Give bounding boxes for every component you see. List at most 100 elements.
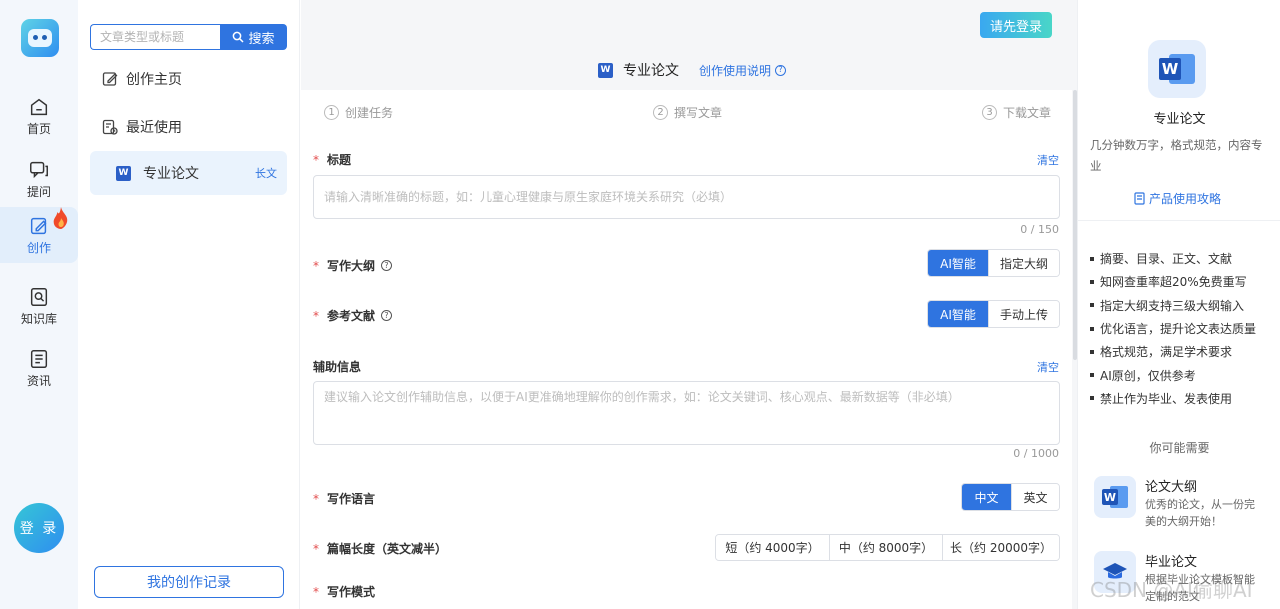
length-toggle: 短（约 4000字） 中（约 8000字） 长（约 20000字） [715, 534, 1060, 561]
right-info-panel: W 专业论文 几分钟数万字，格式规范，内容专业 产品使用攻略 摘要、目录、正文、… [1077, 0, 1280, 609]
news-icon [30, 349, 48, 368]
language-toggle: 中文 英文 [961, 483, 1060, 511]
aux-field-label: 辅助信息 [313, 358, 361, 375]
step-create-task: 1 创建任务 [324, 104, 393, 121]
step-label: 下载文章 [1003, 106, 1052, 120]
product-guide-link[interactable]: 产品使用攻略 [1134, 190, 1221, 207]
required-star: * [313, 308, 319, 323]
chat-icon [30, 161, 48, 178]
recommend-name: 毕业论文 [1145, 555, 1198, 570]
history-button[interactable]: 我的创作记录 [94, 566, 284, 598]
rail-label: 知识库 [20, 311, 57, 326]
recommend-desc: 优秀的论文，从一份完美的大纲开始！ [1145, 498, 1255, 528]
help-question-icon[interactable]: ? [381, 310, 393, 321]
references-option-ai[interactable]: AI智能 [928, 301, 988, 327]
outline-field-label: * 写作大纲 ? [313, 257, 393, 274]
language-field-label: * 写作语言 [313, 490, 375, 507]
page-title-row: W 专业论文 创作使用说明 ? [598, 60, 787, 80]
product-description: 几分钟数万字，格式规范，内容专业 [1090, 138, 1263, 173]
rail-item-news[interactable]: 资讯 [0, 340, 78, 396]
rail-item-knowledge[interactable]: 知识库 [0, 278, 78, 334]
fire-icon [53, 207, 68, 229]
search-button-label: 搜索 [248, 31, 275, 47]
divider [1078, 220, 1280, 221]
language-option-english[interactable]: 英文 [1011, 484, 1059, 510]
step-number: 1 [324, 105, 339, 120]
recent-item-tag: 长文 [255, 167, 277, 180]
references-field-label: * 参考文献 ? [313, 307, 393, 324]
edit-icon [30, 217, 47, 234]
app-logo[interactable] [21, 19, 59, 57]
outline-toggle: AI智能 指定大纲 [927, 249, 1060, 277]
outline-label-text: 写作大纲 [327, 259, 376, 273]
home-icon [30, 98, 48, 115]
mode-field-label: * 写作模式 [313, 583, 375, 600]
feature-item: 知网查重率超20%免费重写 [1090, 270, 1275, 293]
outline-option-specified[interactable]: 指定大纲 [988, 250, 1059, 276]
feature-item: 指定大纲支持三级大纲输入 [1090, 294, 1275, 317]
references-toggle: AI智能 手动上传 [927, 300, 1060, 328]
aux-clear-link[interactable]: 清空 [1037, 359, 1059, 375]
step-number: 3 [982, 105, 997, 120]
aux-counter: 0 / 1000 [1013, 447, 1059, 460]
feature-item: 摘要、目录、正文、文献 [1090, 247, 1275, 270]
rail-item-create[interactable]: 创作 [0, 207, 78, 263]
recommend-name: 论文大纲 [1145, 480, 1198, 495]
recent-item-label: 专业论文 [143, 166, 199, 182]
left-rail: 首页 提问 创作 知识库 资讯 登 录 [0, 0, 78, 609]
login-button[interactable]: 请先登录 [980, 12, 1052, 38]
recent-item-paper[interactable]: W 专业论文 长文 [90, 151, 287, 195]
robot-face-icon [28, 29, 52, 47]
outline-option-ai[interactable]: AI智能 [928, 250, 988, 276]
required-star: * [313, 584, 319, 599]
recommend-heading: 你可能需要 [1149, 441, 1210, 455]
feature-item: 禁止作为毕业、发表使用 [1090, 387, 1275, 410]
search-button[interactable]: 搜索 [220, 24, 287, 50]
word-doc-icon: W [598, 62, 613, 78]
length-label-text: 篇幅长度（英文减半） [327, 542, 448, 556]
recent-link[interactable]: 最近使用 [102, 116, 182, 138]
rail-label: 创作 [26, 240, 51, 255]
create-home-link[interactable]: 创作主页 [102, 68, 182, 90]
length-option-medium[interactable]: 中（约 8000字） [829, 535, 942, 560]
rail-label: 首页 [26, 121, 51, 136]
search-bar: 搜索 [90, 24, 287, 50]
page-title: 专业论文 [623, 63, 679, 79]
login-circle-button[interactable]: 登 录 [14, 503, 64, 553]
knowledge-icon [30, 287, 48, 306]
step-number: 2 [653, 105, 668, 120]
search-input[interactable] [90, 24, 220, 50]
product-guide-label: 产品使用攻略 [1149, 192, 1222, 206]
help-link[interactable]: 创作使用说明 ? [699, 62, 787, 79]
word-doc-icon: W [1094, 476, 1136, 518]
side-panel: 搜索 创作主页 最近使用 W 专业论文 长文 我的创作记录 [78, 0, 300, 609]
title-field-label: * 标题 [313, 151, 351, 168]
title-counter: 0 / 150 [1020, 223, 1059, 236]
pen-square-icon [102, 72, 118, 86]
title-clear-link[interactable]: 清空 [1037, 152, 1059, 168]
aux-textarea[interactable] [313, 381, 1060, 445]
title-input[interactable] [313, 175, 1060, 219]
help-question-icon: ? [775, 64, 787, 76]
rail-item-home[interactable]: 首页 [0, 88, 78, 144]
rail-label: 提问 [26, 184, 51, 199]
references-label-text: 参考文献 [327, 309, 376, 323]
length-option-long[interactable]: 长（约 20000字） [942, 535, 1059, 560]
length-option-short[interactable]: 短（约 4000字） [716, 535, 829, 560]
search-icon [233, 31, 245, 43]
help-question-icon[interactable]: ? [381, 260, 393, 271]
recent-doc-icon [102, 119, 118, 135]
recommend-item-outline[interactable]: W 论文大纲 优秀的论文，从一份完美的大纲开始！ [1094, 476, 1274, 528]
step-write: 2 撰写文章 [653, 104, 722, 121]
language-option-chinese[interactable]: 中文 [962, 484, 1011, 510]
document-icon [1134, 192, 1145, 205]
required-star: * [313, 258, 319, 273]
form-panel: 1 创建任务 2 撰写文章 3 下载文章 * 标题 清空 0 / 150 * 写… [301, 90, 1072, 609]
feature-item: 优化语言，提升论文表达质量 [1090, 317, 1275, 340]
word-doc-icon: W [1148, 40, 1206, 98]
rail-item-ask[interactable]: 提问 [0, 151, 78, 207]
recent-label: 最近使用 [126, 120, 182, 136]
references-option-upload[interactable]: 手动上传 [988, 301, 1059, 327]
main-area: 请先登录 W 专业论文 创作使用说明 ? 1 创建任务 2 撰写文章 3 下载文… [301, 0, 1077, 609]
required-star: * [313, 491, 319, 506]
